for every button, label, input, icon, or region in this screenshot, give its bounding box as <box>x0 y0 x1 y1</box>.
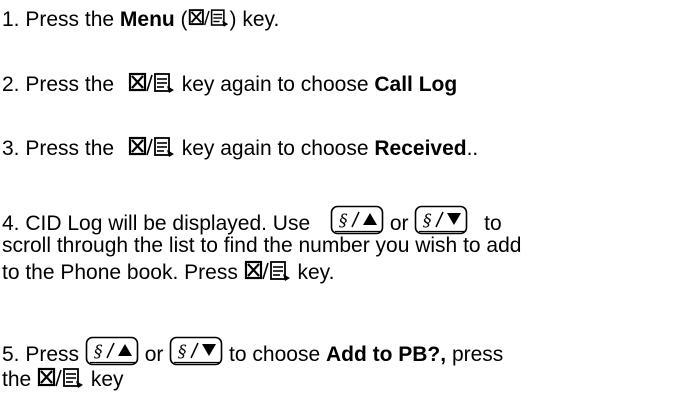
menu-key-icon <box>244 260 292 282</box>
step-1: 1. Press the Menu ( ) key. <box>2 6 279 33</box>
menu-key-icon <box>128 72 176 94</box>
step-2-text-a: 2. Press the <box>2 73 120 96</box>
step-5-line-2-text-a: the <box>2 368 38 391</box>
step-5-text-c: to choose <box>223 343 326 366</box>
menu-key-icon <box>188 7 230 29</box>
step-4-line-3: to the Phone book. Press key. <box>2 259 334 286</box>
step-5-line-2: the key <box>2 366 124 393</box>
step-3: 3. Press the key again to choose Receive… <box>2 135 478 162</box>
step-5-line-2-text-b: key <box>85 368 124 391</box>
step-1-menu-label: Menu <box>119 8 175 31</box>
step-2-call-log-label: Call Log <box>374 73 458 96</box>
up-key-icon <box>330 205 384 235</box>
step-4-line-2-text: scroll through the list to find the numb… <box>2 234 522 257</box>
step-1-text-a: 1. Press the <box>2 8 120 31</box>
step-3-received-label: Received <box>374 137 467 160</box>
step-5-line-1: 5. Press or to choose Add to PB?, press <box>2 336 503 368</box>
step-3-text-a: 3. Press the <box>2 137 120 160</box>
step-3-text-b: key again to choose <box>175 137 375 160</box>
step-2-text-b: key again to choose <box>175 73 375 96</box>
step-1-text-c: ( <box>174 8 188 31</box>
step-5-add-to-pb-label: Add to PB?, <box>325 343 447 366</box>
step-2: 2. Press the key again to choose Call Lo… <box>2 71 457 98</box>
step-5-text-e: press <box>446 343 504 366</box>
menu-key-icon <box>37 367 85 389</box>
step-4-line-3-text-a: to the Phone book. Press <box>2 261 244 284</box>
step-3-text-d: .. <box>466 137 479 160</box>
step-4-line-2: scroll through the list to find the numb… <box>2 232 521 259</box>
step-5-text-b: or <box>138 343 170 366</box>
menu-key-icon <box>128 136 176 158</box>
step-4-line-3-text-b: key. <box>291 261 335 284</box>
down-key-icon <box>414 205 468 235</box>
step-5-text-a: 5. Press <box>2 343 85 366</box>
step-1-text-d: ) key. <box>229 8 280 31</box>
down-key-icon <box>169 336 223 366</box>
up-key-icon <box>85 336 139 366</box>
